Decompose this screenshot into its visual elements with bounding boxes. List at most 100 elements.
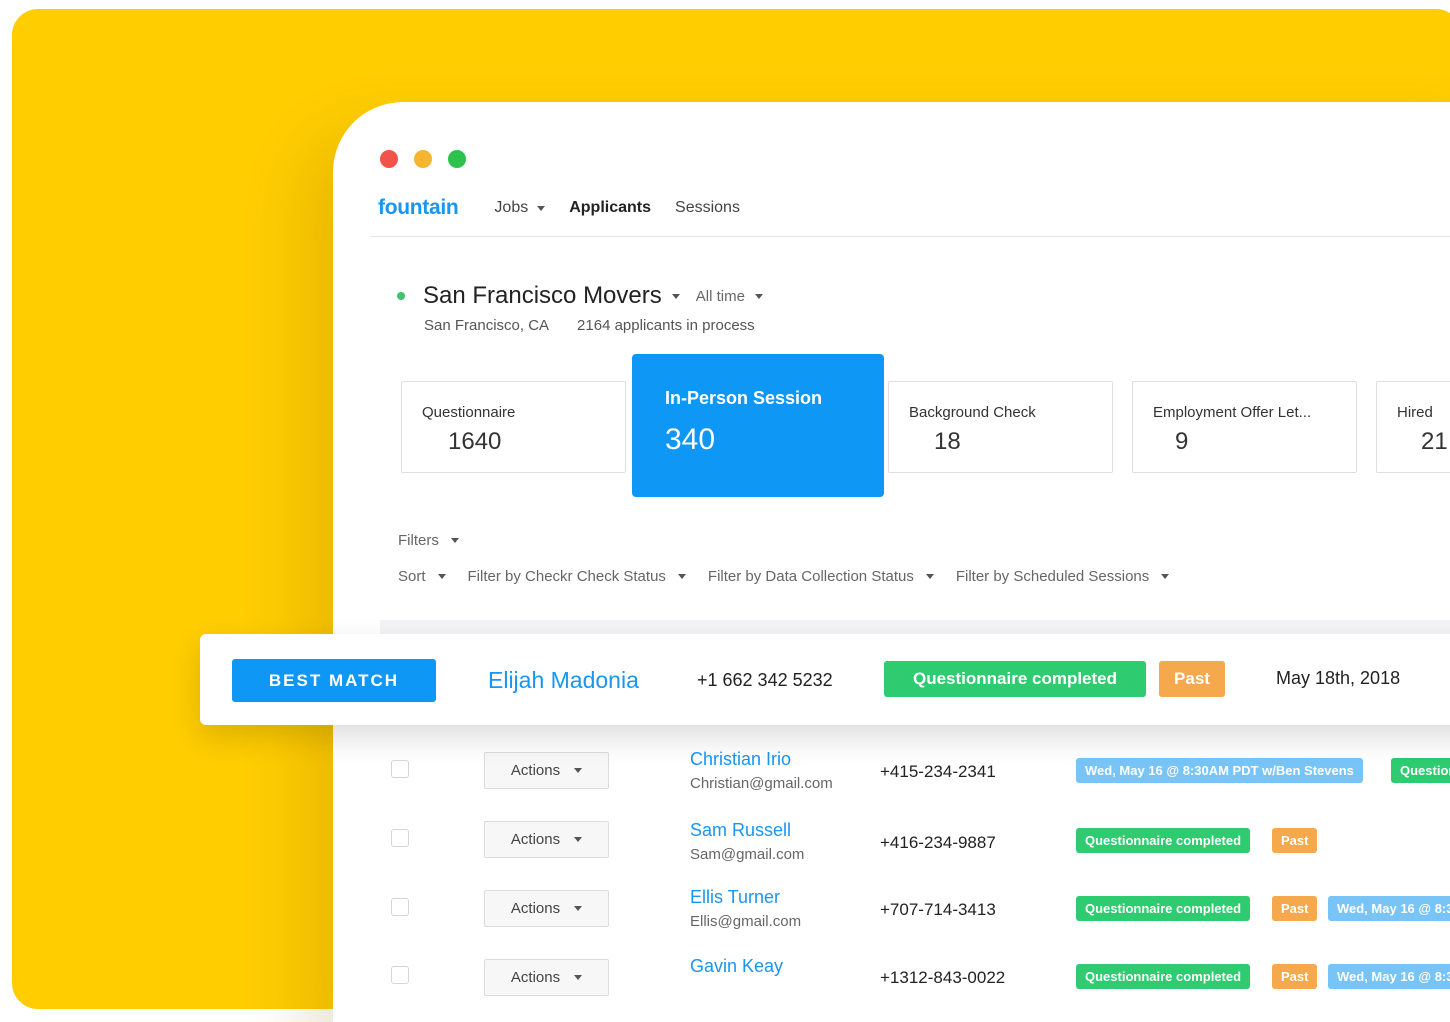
time-filter-label: All time <box>695 287 745 305</box>
sort-dropdown[interactable]: Sort <box>398 568 446 585</box>
stage-label: In-Person Session <box>665 388 823 408</box>
applicant-email: Christian@gmail.com <box>690 775 833 792</box>
row-checkbox[interactable] <box>391 966 409 984</box>
status-tag: Questionnaire completed <box>1076 964 1251 989</box>
scheduled-sessions-filter-dropdown[interactable]: Filter by Scheduled Sessions <box>955 568 1170 585</box>
best-match-name[interactable]: Elijah Madonia <box>488 667 639 694</box>
nav-divider <box>370 236 1450 237</box>
scheduled-sessions-filter-label: Filter by Scheduled Sessions <box>955 568 1150 585</box>
fountain-logo[interactable]: fountain <box>378 196 459 220</box>
caret-down-icon <box>574 768 583 773</box>
nav-jobs[interactable]: Jobs <box>494 199 546 217</box>
applicant-phone: +416-234-9887 <box>880 833 996 852</box>
actions-label: Actions <box>510 831 561 848</box>
best-match-date: May 18th, 2018 <box>1276 668 1401 688</box>
row-checkbox[interactable] <box>391 829 409 847</box>
stage-label: Employment Offer Let... <box>1153 404 1312 421</box>
job-title[interactable]: San Francisco Movers <box>423 282 662 310</box>
actions-dropdown[interactable]: Actions <box>484 959 609 996</box>
status-tag: Questionnaire completed <box>1076 828 1251 853</box>
applicant-phone: +415-234-2341 <box>880 762 996 781</box>
app-window: fountain Jobs Applicants Sessions San Fr… <box>333 102 1450 1022</box>
best-match-card[interactable]: BEST MATCH Elijah Madonia +1 662 342 523… <box>200 634 1450 725</box>
actions-label: Actions <box>510 900 561 917</box>
row-checkbox[interactable] <box>391 760 409 778</box>
time-filter[interactable]: All time <box>696 288 763 305</box>
filters-label: Filters <box>398 532 439 549</box>
table-row: Actions Sam Russell Sam@gmail.com +416-2… <box>333 808 1450 872</box>
maximize-dot[interactable] <box>448 150 466 168</box>
session-tag: Wed, May 16 @ 8:30AM PDT w/Ben Stevens <box>1328 964 1450 989</box>
actions-dropdown[interactable]: Actions <box>484 752 609 789</box>
applicant-name[interactable]: Sam Russell <box>690 820 791 841</box>
caret-down-icon <box>574 837 583 842</box>
status-tag: Questionnaire completed <box>1076 896 1251 921</box>
session-tag: Wed, May 16 @ 8:30AM PDT w/Ben Stevens <box>1076 758 1363 783</box>
applicant-phone: +707-714-3413 <box>880 900 996 919</box>
actions-dropdown[interactable]: Actions <box>484 821 609 858</box>
table-row: Actions Gavin Keay +1312-843-0022 Questi… <box>333 944 1450 1008</box>
best-match-past-tag: Past <box>1159 661 1225 697</box>
stage-employment-offer[interactable]: Employment Offer Let... 9 <box>1132 381 1357 473</box>
nav-applicants[interactable]: Applicants <box>569 199 651 217</box>
best-match-status-tag: Questionnaire completed <box>884 661 1146 697</box>
applicant-name[interactable]: Ellis Turner <box>690 887 780 908</box>
actions-label: Actions <box>510 762 561 779</box>
stage-count: 18 <box>934 428 961 455</box>
stage-label: Background Check <box>909 404 1036 421</box>
job-header: San Francisco Movers All time <box>397 282 763 310</box>
caret-down-icon <box>437 574 446 579</box>
window-controls <box>380 150 466 168</box>
applicant-phone: +1312-843-0022 <box>880 968 1006 987</box>
applicant-email: Ellis@gmail.com <box>690 913 802 930</box>
row-checkbox[interactable] <box>391 898 409 916</box>
table-row: Actions Ellis Turner Ellis@gmail.com +70… <box>333 876 1450 940</box>
caret-down-icon <box>677 574 686 579</box>
job-location: San Francisco, CA <box>424 317 550 334</box>
caret-down-icon <box>754 293 763 299</box>
data-collection-filter-dropdown[interactable]: Filter by Data Collection Status <box>708 568 934 585</box>
active-status-dot <box>397 292 405 300</box>
filters-dropdown[interactable]: Filters <box>398 532 459 549</box>
past-tag: Past <box>1272 896 1318 921</box>
caret-down-icon <box>450 538 459 543</box>
top-nav: fountain Jobs Applicants Sessions <box>378 190 764 226</box>
stage-background-check[interactable]: Background Check 18 <box>888 381 1113 473</box>
table-row: Actions Christian Irio Christian@gmail.c… <box>333 738 1450 802</box>
sort-label: Sort <box>398 568 426 585</box>
best-match-phone: +1 662 342 5232 <box>697 670 833 690</box>
close-dot[interactable] <box>380 150 398 168</box>
caret-down-icon <box>925 574 934 579</box>
checkr-filter-dropdown[interactable]: Filter by Checkr Check Status <box>468 568 686 585</box>
job-caret-down-icon[interactable] <box>671 293 680 299</box>
caret-down-icon <box>537 205 546 211</box>
actions-dropdown[interactable]: Actions <box>484 890 609 927</box>
nav-sessions[interactable]: Sessions <box>675 199 740 217</box>
caret-down-icon <box>1161 574 1170 579</box>
stage-count: 21 <box>1421 428 1448 455</box>
stage-count: 1640 <box>448 428 502 455</box>
stage-label: Questionnaire <box>422 404 516 421</box>
applicant-name[interactable]: Gavin Keay <box>690 956 783 977</box>
stage-count: 9 <box>1175 428 1189 455</box>
job-subtitle: San Francisco, CA 2164 applicants in pro… <box>424 317 755 334</box>
data-collection-filter-label: Filter by Data Collection Status <box>707 568 914 585</box>
nav-jobs-label: Jobs <box>494 199 529 216</box>
stage-in-person-session[interactable]: In-Person Session 340 <box>632 354 884 497</box>
checkr-filter-label: Filter by Checkr Check Status <box>467 568 666 585</box>
filter-bar: Sort Filter by Checkr Check Status Filte… <box>398 568 1170 585</box>
minimize-dot[interactable] <box>414 150 432 168</box>
session-tag: Wed, May 16 @ 8:30AM PDT w/Ben Stevens <box>1328 896 1450 921</box>
actions-label: Actions <box>510 969 561 986</box>
stage-questionnaire[interactable]: Questionnaire 1640 <box>401 381 626 473</box>
stage-label: Hired <box>1397 404 1433 421</box>
stage-count: 340 <box>665 423 716 456</box>
caret-down-icon <box>574 906 583 911</box>
applicant-count: 2164 applicants in process <box>577 317 755 334</box>
applicant-name[interactable]: Christian Irio <box>690 749 791 770</box>
past-tag: Past <box>1272 828 1318 853</box>
applicant-email: Sam@gmail.com <box>690 846 805 863</box>
stage-hired[interactable]: Hired 21 <box>1376 381 1450 473</box>
status-tag: Questionnaire completed <box>1391 758 1450 783</box>
best-match-button[interactable]: BEST MATCH <box>232 659 436 702</box>
